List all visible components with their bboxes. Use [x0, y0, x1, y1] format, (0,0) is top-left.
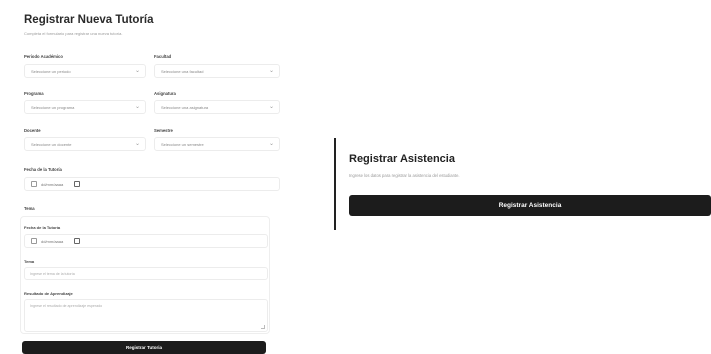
docente-select[interactable]: Seleccione un docente ⌄	[24, 137, 146, 151]
facultad-select-value: Seleccione una facultad	[161, 69, 204, 74]
form-title: Registrar Nueva Tutoría	[24, 14, 154, 26]
form-subtitle: Completa el formulario para registrar un…	[24, 31, 123, 36]
fecha-input-value: dd/mm/aaaa	[41, 182, 64, 187]
calendar-icon	[31, 238, 37, 244]
fecha-input[interactable]: dd/mm/aaaa	[24, 177, 280, 191]
periodo-label: Periodo Académico	[24, 54, 63, 59]
panel-fecha-label: Fecha de la Tutoría	[24, 225, 61, 230]
chevron-down-icon: ⌄	[268, 141, 274, 147]
programa-select[interactable]: Seleccione un programa ⌄	[24, 100, 146, 114]
asignatura-label: Asignatura	[154, 91, 176, 96]
chevron-down-icon: ⌄	[134, 104, 140, 110]
resize-handle[interactable]	[261, 325, 265, 329]
registrar-asistencia-button[interactable]: Registrar Asistencia	[349, 195, 711, 216]
tema-section-label: Tema	[24, 206, 35, 211]
facultad-select[interactable]: Seleccione una facultad ⌄	[154, 64, 280, 78]
periodo-select[interactable]: Seleccione un periodo ⌄	[24, 64, 146, 78]
asistencia-title: Registrar Asistencia	[349, 153, 455, 165]
asignatura-select[interactable]: Seleccione una asignatura ⌄	[154, 100, 280, 114]
resultado-textarea[interactable]: Ingrese el resultado de aprendizaje espe…	[24, 299, 268, 332]
chevron-down-icon: ⌄	[268, 68, 274, 74]
chevron-down-icon: ⌄	[134, 68, 140, 74]
tema-panel: Fecha de la Tutoría dd/mm/aaaa Tema Ingr…	[20, 216, 270, 334]
resultado-label: Resultado de Aprendizaje	[24, 291, 73, 296]
asistencia-subtitle: Ingrese los datos para registrar la asis…	[349, 173, 460, 178]
asignatura-select-value: Seleccione una asignatura	[161, 105, 209, 110]
calendar-picker-icon[interactable]	[74, 181, 80, 187]
calendar-icon	[31, 181, 37, 187]
semestre-select-value: Seleccione un semestre	[161, 142, 204, 147]
tema-input[interactable]: Ingrese el tema de la tutoría	[24, 267, 268, 280]
periodo-select-value: Seleccione un periodo	[31, 69, 71, 74]
semestre-select[interactable]: Seleccione un semestre ⌄	[154, 137, 280, 151]
calendar-picker-icon[interactable]	[74, 238, 80, 244]
programa-label: Programa	[24, 91, 44, 96]
section-divider	[334, 138, 336, 230]
semestre-label: Semestre	[154, 128, 173, 133]
tema-placeholder: Ingrese el tema de la tutoría	[30, 272, 75, 276]
registrar-tutoria-button[interactable]: Registrar Tutoria	[22, 341, 266, 354]
chevron-down-icon: ⌄	[268, 104, 274, 110]
chevron-down-icon: ⌄	[134, 141, 140, 147]
panel-fecha-input[interactable]: dd/mm/aaaa	[24, 234, 268, 248]
docente-label: Docente	[24, 128, 41, 133]
panel-tema-label: Tema	[24, 259, 35, 264]
resultado-placeholder: Ingrese el resultado de aprendizaje espe…	[30, 304, 103, 308]
programa-select-value: Seleccione un programa	[31, 105, 75, 110]
docente-select-value: Seleccione un docente	[31, 142, 72, 147]
fecha-label: Fecha de la Tutoría	[24, 167, 62, 172]
panel-fecha-value: dd/mm/aaaa	[41, 239, 64, 244]
facultad-label: Facultad	[154, 54, 172, 59]
tutoria-form: Registrar Nueva Tutoría Completa el form…	[20, 0, 280, 354]
